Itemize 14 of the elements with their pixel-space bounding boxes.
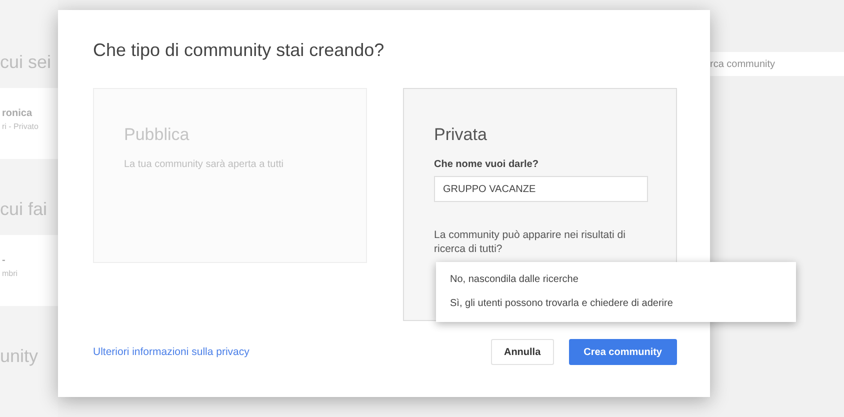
create-button[interactable]: Crea community xyxy=(568,339,677,365)
privacy-link[interactable]: Ulteriori informazioni sulla privacy xyxy=(93,346,250,358)
visibility-question: La community può apparire nei risultati di ricerca di tutti? xyxy=(434,228,626,256)
community-meta: ri - Privato xyxy=(2,122,40,131)
search-field[interactable]: rca community xyxy=(710,52,844,76)
name-field[interactable]: GRUPPO VACANZE xyxy=(434,176,648,202)
cancel-button[interactable]: Annulla xyxy=(490,339,554,365)
community-meta: mbri xyxy=(2,269,19,278)
community-name: ronica xyxy=(2,108,34,119)
field-label: Che nome vuoi darle? xyxy=(434,159,540,170)
card-title: Privata xyxy=(434,125,488,145)
card-description: La tua community sarà aperta a tutti xyxy=(124,159,285,170)
dialog-title: Che tipo di community stai creando? xyxy=(93,40,386,62)
community-name: - xyxy=(2,255,6,266)
